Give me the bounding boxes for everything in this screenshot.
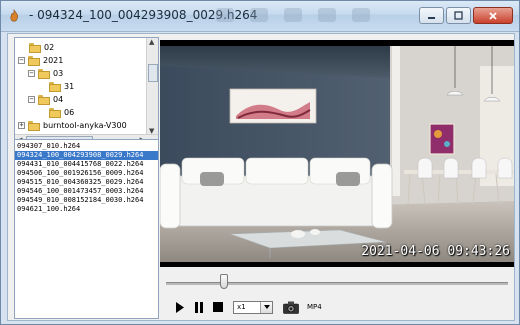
seek-slider-thumb[interactable] <box>220 274 229 289</box>
maximize-button[interactable] <box>446 7 471 24</box>
tree-item[interactable]: 06 <box>49 106 74 119</box>
faded-icon <box>284 8 302 22</box>
folder-icon <box>28 55 40 66</box>
camera-icon <box>283 301 299 314</box>
file-item[interactable]: 094515_010_004360325_0029.h264 <box>15 178 158 187</box>
video-display[interactable]: 2021-04-06 09:43:26 <box>160 40 514 267</box>
tree-item-label: 2021 <box>43 56 64 65</box>
control-row: x1 MP4 <box>172 299 322 315</box>
pause-button[interactable] <box>191 299 207 315</box>
minimize-button[interactable] <box>419 7 444 24</box>
file-list[interactable]: 094307_010.h264 094324_100_004293908_002… <box>14 139 159 319</box>
tree-item[interactable]: − 2021 <box>18 54 63 67</box>
folder-icon <box>49 107 61 118</box>
close-button[interactable] <box>473 7 513 24</box>
folder-tree[interactable]: 02 − 2021 − 03 31 − 04 06 + burntool-any… <box>14 37 159 147</box>
client-area: 02 − 2021 − 03 31 − 04 06 + burntool-any… <box>7 33 515 321</box>
tree-item-label: 31 <box>64 82 75 91</box>
video-timestamp: 2021-04-06 09:43:26 <box>361 244 510 259</box>
file-item[interactable]: 094546_100_001473457_0003.h264 <box>15 187 158 196</box>
tree-item-label: burntool-anyka-V300 <box>43 121 127 130</box>
file-item[interactable]: 094621_100.h264 <box>15 205 158 214</box>
format-label: MP4 <box>307 303 322 311</box>
tree-item-label: 04 <box>53 95 64 104</box>
faded-icon <box>216 8 234 22</box>
chevron-down-icon[interactable] <box>260 301 272 313</box>
play-button[interactable] <box>172 299 188 315</box>
stop-button[interactable] <box>210 299 226 315</box>
pause-icon <box>195 301 203 313</box>
speed-select[interactable]: x1 <box>233 300 273 314</box>
file-item-selected[interactable]: 094324_100_004293908_0029.h264 <box>15 151 158 160</box>
tree-item-label: 02 <box>44 43 55 52</box>
file-item[interactable]: 094506_100_001926156_0009.h264 <box>15 169 158 178</box>
collapse-icon[interactable]: − <box>18 57 25 64</box>
title-bar[interactable]: - 094324_100_004293908_0029.h264 <box>1 1 519 32</box>
folder-icon <box>28 120 40 131</box>
file-item[interactable]: 094431_010_004415768_0022.h264 <box>15 160 158 169</box>
tree-item[interactable]: + burntool-anyka-V300 <box>18 119 127 132</box>
playback-controls: x1 MP4 <box>160 270 514 320</box>
file-item[interactable]: 094549_010_008152184_0030.h264 <box>15 196 158 205</box>
collapse-icon[interactable]: − <box>28 70 35 77</box>
maximize-icon <box>454 11 463 20</box>
seek-slider-track[interactable] <box>166 282 508 285</box>
folder-icon <box>29 42 41 53</box>
tree-item[interactable]: − 04 <box>28 93 63 106</box>
caption-buttons <box>419 7 513 25</box>
scroll-up-icon[interactable]: ▲ <box>149 38 154 46</box>
tree-item[interactable]: 02 <box>29 41 54 54</box>
snapshot-button[interactable] <box>283 300 299 314</box>
speed-value: x1 <box>237 303 246 311</box>
tree-vertical-scrollbar[interactable]: ▲ ▼ <box>146 38 158 135</box>
faded-icon <box>318 8 336 22</box>
collapse-icon[interactable]: − <box>28 96 35 103</box>
tree-item[interactable]: 31 <box>49 80 74 93</box>
minimize-icon <box>428 17 435 19</box>
close-icon <box>489 11 497 20</box>
scroll-thumb[interactable] <box>148 64 158 82</box>
player-window: - 094324_100_004293908_0029.h264 02 − 20… <box>0 0 520 325</box>
stop-icon <box>213 302 223 312</box>
faded-toolbar <box>216 7 416 25</box>
play-icon <box>176 301 184 313</box>
tree-item-label: 03 <box>53 69 64 78</box>
faded-icon <box>352 8 370 22</box>
video-frame-living-room <box>160 46 514 262</box>
folder-icon <box>38 94 50 105</box>
app-flame-icon <box>10 9 18 22</box>
folder-icon <box>49 81 61 92</box>
tree-item-label: 06 <box>64 108 75 117</box>
folder-icon <box>38 68 50 79</box>
tree-item[interactable]: − 03 <box>28 67 63 80</box>
expand-icon[interactable]: + <box>18 122 25 129</box>
file-item[interactable]: 094307_010.h264 <box>15 142 158 151</box>
faded-icon <box>250 8 268 22</box>
